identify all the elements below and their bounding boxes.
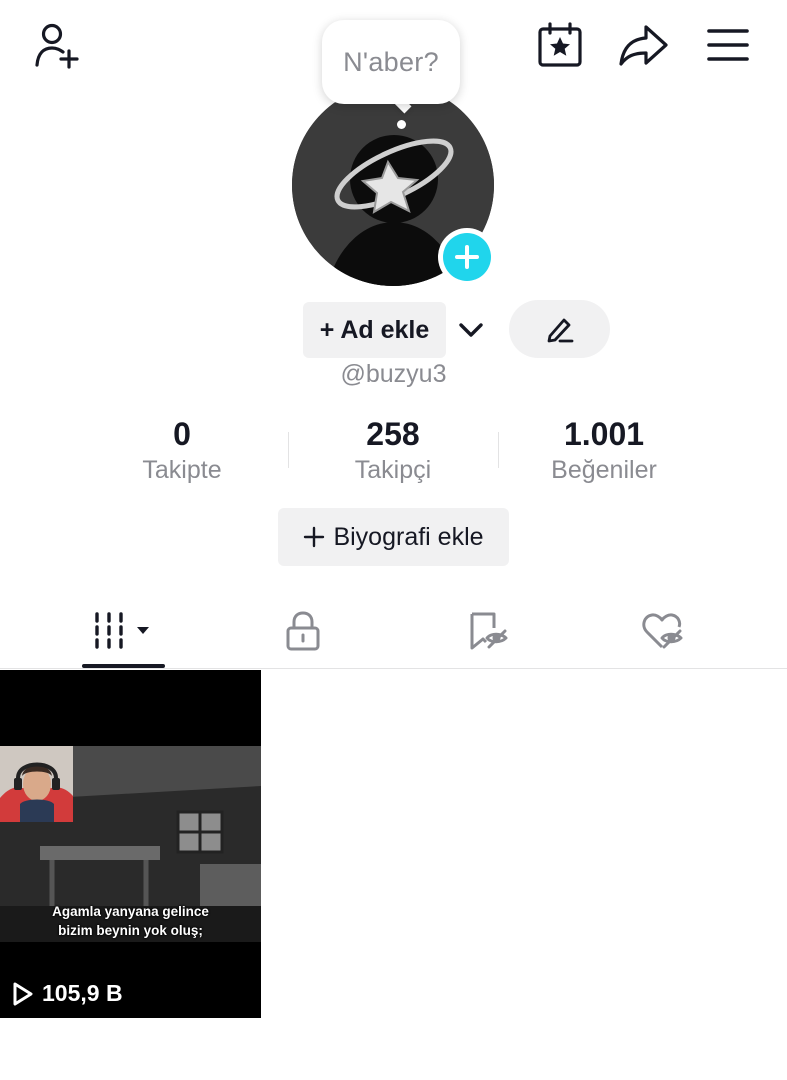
- add-name-label: + Ad ekle: [319, 315, 430, 344]
- heart-hidden-icon: [642, 613, 683, 649]
- tab-saved[interactable]: [390, 596, 586, 666]
- plus-icon: [455, 245, 479, 269]
- note-bubble[interactable]: N'aber?: [322, 20, 460, 104]
- streamer-webcam: [0, 746, 73, 822]
- add-bio-button[interactable]: Biyografi ekle: [278, 508, 509, 566]
- video-thumbnail[interactable]: Agamla yanyana gelince bizim beynin yok …: [0, 670, 261, 1018]
- edit-profile-button[interactable]: [509, 300, 610, 358]
- caption-line: Agamla yanyana gelince: [52, 904, 209, 919]
- caption-line: bizim beynin yok oluş;: [58, 923, 203, 938]
- add-name-button[interactable]: + Ad ekle: [303, 302, 446, 358]
- tab-private[interactable]: [205, 596, 401, 666]
- stat-likes[interactable]: 1.001 Beğeniler: [504, 414, 704, 486]
- share-icon[interactable]: [616, 20, 672, 70]
- calendar-star-icon[interactable]: [534, 20, 586, 70]
- plus-icon: [304, 526, 325, 548]
- stat-following[interactable]: 0 Takipte: [82, 414, 282, 486]
- hamburger-menu-icon[interactable]: [702, 20, 754, 70]
- following-count: 0: [173, 416, 191, 452]
- play-icon: [13, 982, 33, 1005]
- bookmark-hidden-icon: [470, 612, 508, 650]
- likes-label: Beğeniler: [551, 456, 657, 484]
- add-bio-label: Biyografi ekle: [333, 522, 484, 551]
- following-label: Takipte: [142, 456, 222, 484]
- tab-videos[interactable]: [25, 596, 221, 666]
- view-count-value: 105,9 B: [42, 980, 123, 1006]
- followers-label: Takipçi: [354, 456, 432, 484]
- note-text: N'aber?: [343, 46, 439, 77]
- lock-icon: [286, 611, 320, 651]
- followers-count: 258: [366, 416, 420, 452]
- stat-followers[interactable]: 258 Takipçi: [293, 414, 493, 486]
- add-avatar-button[interactable]: [438, 228, 496, 286]
- likes-count: 1.001: [563, 416, 645, 452]
- video-caption: Agamla yanyana gelince bizim beynin yok …: [0, 902, 261, 940]
- add-friend-icon[interactable]: [30, 20, 86, 70]
- grid-videos-icon: [95, 612, 149, 649]
- username: @buzyu3: [340, 360, 447, 388]
- pencil-icon: [547, 318, 573, 343]
- stat-divider: [288, 432, 289, 468]
- tab-liked[interactable]: [566, 596, 762, 666]
- stat-divider: [498, 432, 499, 468]
- tabs-divider: [0, 668, 787, 669]
- chevron-down-icon[interactable]: [452, 310, 490, 350]
- view-count: 105,9 B: [12, 980, 123, 1007]
